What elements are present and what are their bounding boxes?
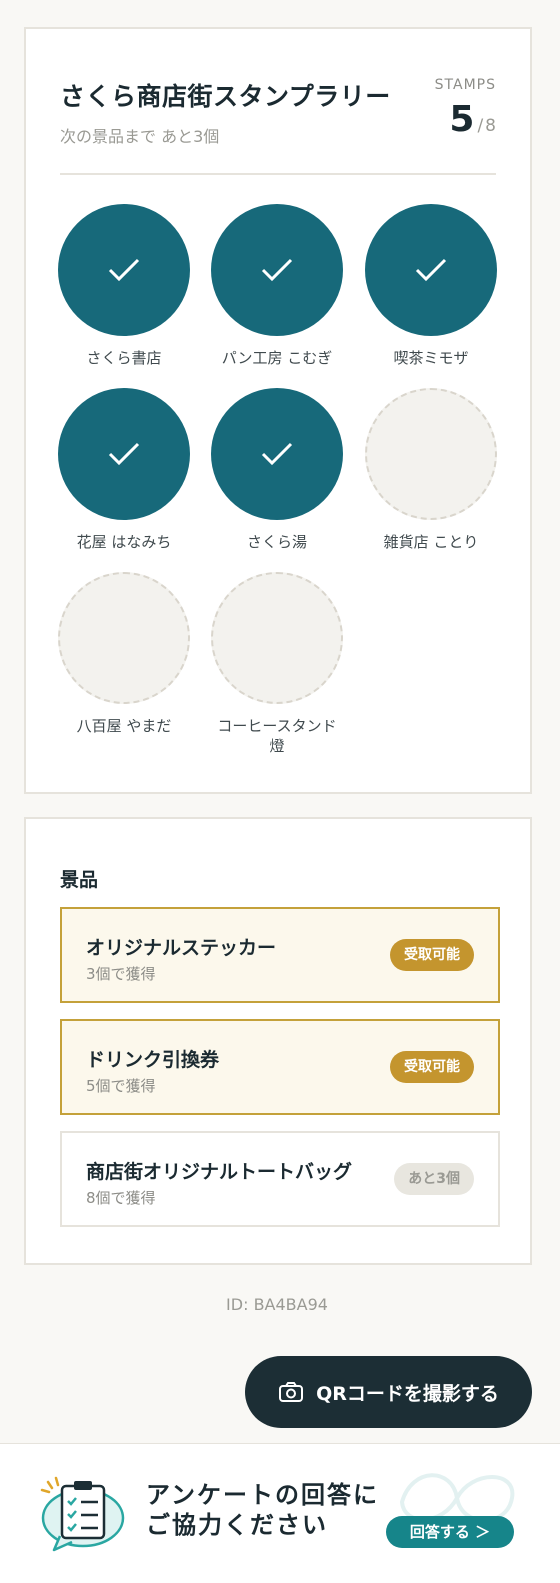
stamp-circle	[211, 204, 343, 336]
stamp-count-separator: /	[477, 116, 484, 136]
rally-subtitle: 次の景品まで あと3個	[60, 127, 220, 146]
prizes-card: 景品 オリジナルステッカー 3個で獲得 受取可能 ドリンク引換券 5個で獲得 受…	[24, 817, 532, 1265]
stamp-name: パン工房 こむぎ	[221, 349, 333, 367]
prize-condition: 8個で獲得	[86, 1189, 156, 1207]
stamp-circle-empty	[211, 572, 343, 704]
prize-item[interactable]: オリジナルステッカー 3個で獲得 受取可能	[60, 907, 500, 1003]
stamp-item[interactable]: さくら湯	[211, 388, 343, 552]
stamp-count: 5/8	[449, 99, 496, 140]
stamp-circle	[58, 204, 190, 336]
stamp-count-total: 8	[485, 116, 496, 136]
stamp-item[interactable]: 八百屋 やまだ	[58, 572, 190, 736]
prize-status-badge: あと3個	[394, 1163, 474, 1195]
camera-icon	[278, 1381, 304, 1403]
divider	[60, 173, 496, 175]
prize-condition: 3個で獲得	[86, 965, 156, 983]
stamp-name: 雑貨店 ことり	[383, 533, 479, 551]
stamp-item[interactable]: コーヒースタンド 燈	[211, 572, 343, 756]
stamp-name: 八百屋 やまだ	[76, 717, 172, 735]
stamp-card: さくら商店街スタンプラリー 次の景品まで あと3個 STAMPS 5/8 さくら…	[24, 27, 532, 794]
prize-item[interactable]: ドリンク引換券 5個で獲得 受取可能	[60, 1019, 500, 1115]
stamp-circle	[365, 204, 497, 336]
prizes-heading: 景品	[60, 869, 99, 891]
stamp-name: 花屋 はなみち	[76, 533, 172, 551]
survey-banner-line2: ご協力ください	[146, 1511, 328, 1539]
stamp-item[interactable]: さくら書店	[58, 204, 190, 368]
prize-name: オリジナルステッカー	[86, 937, 277, 959]
stamp-count-collected: 5	[449, 99, 475, 140]
prize-condition: 5個で獲得	[86, 1077, 156, 1095]
prize-status-badge[interactable]: 受取可能	[390, 939, 474, 971]
stamp-circle	[58, 388, 190, 520]
stamp-name: 喫茶ミモザ	[393, 349, 469, 367]
survey-banner-line1: アンケートの回答に	[146, 1481, 380, 1509]
qr-scan-button-label: QRコードを撮影する	[316, 1382, 499, 1405]
prize-item: 商店街オリジナルトートバッグ 8個で獲得 あと3個	[60, 1131, 500, 1227]
checkmark-icon	[108, 258, 140, 282]
qr-scan-button[interactable]: QRコードを撮影する	[245, 1356, 532, 1428]
stamp-circle	[211, 388, 343, 520]
prize-status-badge[interactable]: 受取可能	[390, 1051, 474, 1083]
stamps-label: STAMPS	[434, 77, 496, 93]
rally-title: さくら商店街スタンプラリー	[60, 82, 391, 111]
checkmark-icon	[108, 442, 140, 466]
stamp-item[interactable]: パン工房 こむぎ	[211, 204, 343, 368]
survey-banner[interactable]: アンケートの回答に ご協力ください	[0, 1443, 560, 1583]
survey-clipboard-icon	[38, 1474, 128, 1558]
stamp-name: さくら湯	[246, 533, 307, 551]
checkmark-icon	[261, 258, 293, 282]
user-id: ID: BA4BA94	[226, 1295, 328, 1314]
survey-answer-button[interactable]: 回答する ＞	[386, 1516, 514, 1548]
prize-name: 商店街オリジナルトートバッグ	[86, 1161, 353, 1183]
stamp-circle-empty	[58, 572, 190, 704]
survey-banner-text: アンケートの回答に ご協力ください	[146, 1480, 379, 1540]
stamp-name: コーヒースタンド 燈	[217, 717, 337, 755]
prize-name: ドリンク引換券	[86, 1049, 220, 1071]
stamp-item[interactable]: 喫茶ミモザ	[365, 204, 497, 368]
stamp-name: さくら書店	[86, 349, 162, 367]
stamp-circle-empty	[365, 388, 497, 520]
stamp-item[interactable]: 雑貨店 ことり	[365, 388, 497, 552]
stamp-item[interactable]: 花屋 はなみち	[58, 388, 190, 552]
checkmark-icon	[415, 258, 447, 282]
checkmark-icon	[261, 442, 293, 466]
